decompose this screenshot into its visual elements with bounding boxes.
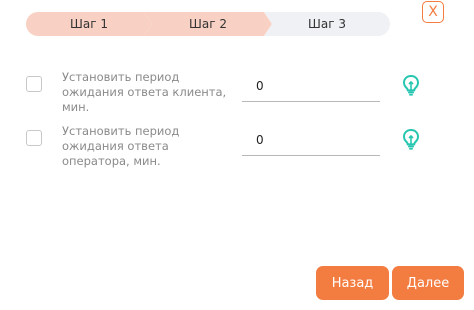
lightbulb-icon[interactable]: [402, 128, 420, 150]
next-button-label: Далее: [406, 275, 450, 291]
setting-row-client-wait: Установить период ожидания ответа клиент…: [0, 68, 474, 114]
back-button[interactable]: Назад: [316, 266, 389, 300]
step-2[interactable]: Шаг 2: [144, 12, 272, 36]
step-2-label: Шаг 2: [189, 17, 227, 31]
step-3[interactable]: Шаг 3: [264, 12, 390, 36]
close-button[interactable]: X: [422, 1, 444, 23]
client-wait-label: Установить период ожидания ответа клиент…: [62, 70, 227, 114]
step-1[interactable]: Шаг 1: [26, 12, 152, 36]
lightbulb-icon[interactable]: [402, 74, 420, 96]
operator-wait-checkbox[interactable]: [26, 130, 42, 146]
setting-row-operator-wait: Установить период ожидания ответа операт…: [0, 122, 474, 168]
next-button[interactable]: Далее: [392, 266, 464, 300]
operator-wait-input[interactable]: [242, 124, 380, 156]
stepper: Шаг 1 Шаг 2 Шаг 3: [26, 12, 390, 36]
step-3-label: Шаг 3: [308, 17, 346, 31]
operator-wait-label: Установить период ожидания ответа операт…: [62, 124, 180, 168]
back-button-label: Назад: [331, 275, 374, 291]
client-wait-input[interactable]: [242, 70, 380, 102]
step-1-label: Шаг 1: [70, 17, 108, 31]
client-wait-checkbox[interactable]: [26, 76, 42, 92]
close-icon: X: [428, 4, 438, 20]
